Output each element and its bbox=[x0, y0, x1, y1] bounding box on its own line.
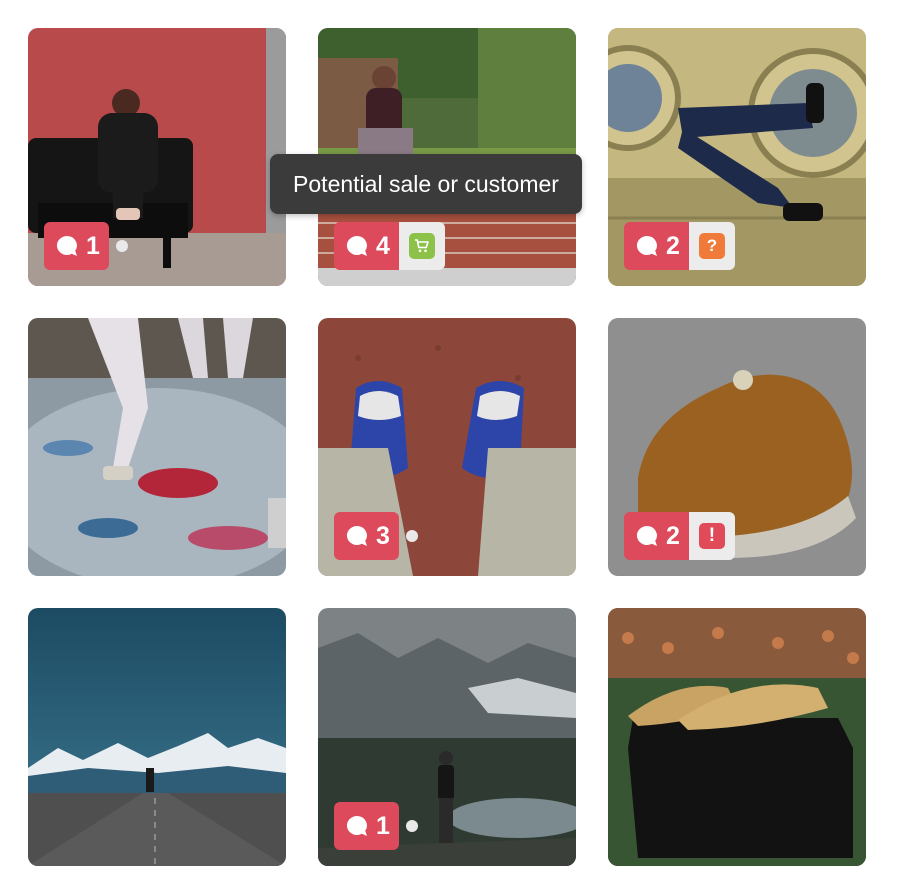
speech-bubble-icon bbox=[346, 525, 367, 546]
speech-bubble-icon bbox=[346, 815, 367, 836]
photo-tile[interactable]: 3 bbox=[318, 318, 576, 576]
comment-count: 3 bbox=[376, 521, 390, 550]
status-flag[interactable]: ! bbox=[688, 512, 735, 560]
comment-count: 1 bbox=[86, 231, 100, 260]
photo-tile[interactable]: 2 ! bbox=[608, 318, 866, 576]
comment-count: 4 bbox=[376, 231, 390, 260]
exclamation-icon: ! bbox=[698, 523, 725, 549]
status-flag[interactable]: ? bbox=[688, 222, 735, 270]
speech-bubble-icon bbox=[56, 235, 77, 256]
comment-count-badge[interactable]: 3 bbox=[334, 512, 399, 560]
comment-count-badge[interactable]: 2 bbox=[624, 222, 689, 270]
question-mark-icon: ? bbox=[698, 233, 725, 259]
speech-bubble-icon bbox=[636, 525, 657, 546]
photo-tile[interactable] bbox=[28, 318, 286, 576]
comment-count: 1 bbox=[376, 811, 390, 840]
shopping-cart-icon bbox=[408, 233, 435, 259]
comment-count: 2 bbox=[666, 521, 680, 550]
status-flag[interactable] bbox=[398, 222, 445, 270]
photo-tile[interactable]: 1 bbox=[318, 608, 576, 866]
photo-tile[interactable] bbox=[608, 608, 866, 866]
comment-count-badge[interactable]: 2 bbox=[624, 512, 689, 560]
photo-tile[interactable]: 1 bbox=[28, 28, 286, 286]
comment-count-badge[interactable]: 1 bbox=[44, 222, 109, 270]
speech-bubble-icon bbox=[636, 235, 657, 256]
photo-tile[interactable] bbox=[28, 608, 286, 866]
photo-mountain-road bbox=[28, 608, 286, 866]
comment-count-badge[interactable]: 1 bbox=[334, 802, 399, 850]
tooltip: Potential sale or customer bbox=[270, 154, 582, 214]
comment-count: 2 bbox=[666, 231, 680, 260]
speech-bubble-icon bbox=[346, 235, 367, 256]
comment-count-badge[interactable]: 4 bbox=[334, 222, 399, 270]
photo-tile[interactable]: 2 ? bbox=[608, 28, 866, 286]
photo-paint-floor-dancers bbox=[28, 318, 286, 576]
photo-gold-cleats bbox=[608, 608, 866, 866]
